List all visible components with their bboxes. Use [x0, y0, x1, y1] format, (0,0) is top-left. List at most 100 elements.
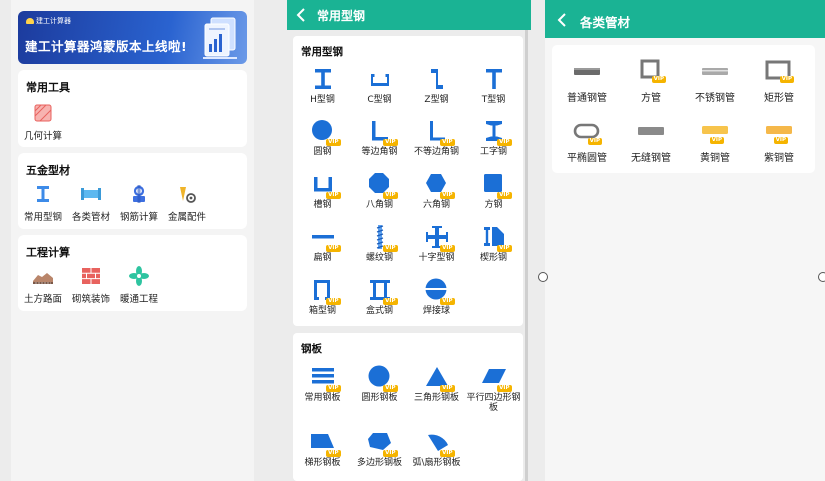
cross-section-icon: VIP	[424, 224, 455, 252]
vip-badge: VIP	[440, 385, 455, 392]
seamless-pipe-icon	[636, 119, 666, 145]
item-h-steel[interactable]: H型钢	[294, 66, 351, 105]
vip-badge: VIP	[779, 76, 794, 83]
item-flat-oval-tube[interactable]: VIP 平椭圆管	[555, 119, 619, 164]
vip-badge: VIP	[326, 245, 341, 252]
vip-badge: VIP	[497, 245, 512, 252]
item-t-steel[interactable]: T型钢	[465, 66, 522, 105]
vip-badge: VIP	[326, 139, 341, 146]
threaded-rebar-icon: VIP	[367, 224, 398, 252]
item-copper-pipe[interactable]: VIP 紫铜管	[747, 119, 811, 164]
banner-title: 建工计算器鸿蒙版本上线啦!	[25, 39, 188, 54]
item-box-steel[interactable]: VIP 箱型钢	[294, 277, 351, 316]
scrollbar[interactable]	[525, 30, 528, 481]
circular-plate-icon: VIP	[367, 364, 398, 392]
item-triangle-plate[interactable]: VIP 三角形钢板	[408, 364, 465, 403]
trapezoid-plate-icon: VIP	[310, 429, 341, 457]
item-stainless-pipe[interactable]: 不锈钢管	[683, 59, 747, 104]
vip-badge: VIP	[497, 139, 512, 146]
top-bar: 各类管材	[545, 0, 825, 38]
tool-metal-fittings[interactable]: 金属配件	[159, 183, 215, 223]
vip-badge: VIP	[440, 139, 455, 146]
z-section-icon	[430, 69, 443, 89]
rectangular-tube-icon: VIP	[764, 59, 794, 85]
item-i-beam[interactable]: VIP 工字钢	[465, 118, 522, 157]
parallelogram-plate-icon: VIP	[481, 364, 512, 392]
item-brass-pipe[interactable]: VIP 黄铜管	[683, 119, 747, 164]
top-bar: 常用型钢	[287, 0, 531, 30]
flat-bar-icon: VIP	[310, 224, 341, 252]
tool-geometry[interactable]: 几何计算	[15, 102, 71, 142]
item-z-steel[interactable]: Z型钢	[408, 66, 465, 105]
vip-badge: VIP	[773, 137, 788, 144]
resize-handle-left[interactable]	[538, 272, 548, 282]
back-arrow-icon[interactable]	[554, 10, 572, 30]
section-title: 五金型材	[26, 164, 70, 177]
vip-badge: VIP	[440, 192, 455, 199]
item-unequal-angle[interactable]: VIP 不等边角钢	[408, 118, 465, 157]
item-polygon-plate[interactable]: VIP 多边形钢板	[351, 429, 408, 468]
vip-badge: VIP	[383, 298, 398, 305]
section-title: 工程计算	[26, 246, 70, 259]
vip-badge: VIP	[709, 137, 724, 144]
item-hexagon-steel[interactable]: VIP 六角钢	[408, 171, 465, 210]
steel-screen: 常用型钢 常用型钢 H型钢 C型钢 Z型钢 T型钢 VIP 圆钢 VIP 等边角	[287, 0, 531, 481]
t-beam-icon	[485, 69, 502, 89]
back-arrow-icon[interactable]	[293, 5, 311, 25]
item-ordinary-steel-pipe[interactable]: 普通钢管	[555, 59, 619, 104]
tool-hvac[interactable]: 暖通工程	[111, 265, 167, 305]
h-beam-icon	[314, 69, 331, 89]
pipes-screen: 各类管材 普通钢管 VIP 方管 不锈钢管 VIP 矩形管 VIP 平椭圆管 无…	[545, 0, 825, 481]
earthwork-icon	[33, 273, 53, 284]
octagon-icon: VIP	[367, 171, 398, 199]
item-flat-steel[interactable]: VIP 扁钢	[294, 224, 351, 263]
item-parallelogram-plate[interactable]: VIP 平行四边形钢板	[465, 364, 522, 414]
square-tube-icon: VIP	[636, 59, 666, 85]
item-rebar[interactable]: VIP 螺纹钢	[351, 224, 408, 263]
welded-ball-icon: VIP	[424, 277, 455, 305]
unequal-angle-icon: VIP	[424, 118, 455, 146]
wedge-icon: VIP	[481, 224, 512, 252]
steel-pipe-icon	[572, 59, 602, 85]
page-title: 各类管材	[580, 15, 631, 30]
equal-angle-icon: VIP	[367, 118, 398, 146]
brick-icon	[82, 268, 100, 284]
vip-badge: VIP	[587, 138, 602, 145]
section-steel-plate: 钢板 VIP 常用钢板 VIP 圆形钢板 VIP 三角形钢板 VIP 平行四边形…	[293, 333, 523, 481]
item-square-steel[interactable]: VIP 方钢	[465, 171, 522, 210]
c-channel-icon	[370, 74, 389, 86]
item-seamless-pipe[interactable]: 无缝钢管	[619, 119, 683, 164]
item-square-tube[interactable]: VIP 方管	[619, 59, 683, 104]
item-equal-angle[interactable]: VIP 等边角钢	[351, 118, 408, 157]
metal-fitting-icon	[180, 187, 196, 203]
hvac-fan-icon	[129, 266, 149, 286]
box-section-icon: VIP	[310, 277, 341, 305]
item-trapezoid-plate[interactable]: VIP 梯形钢板	[294, 429, 351, 468]
home-screen: 建工计算器 建工计算器鸿蒙版本上线啦! 常用工具 几何计算 五金型材 常用型钢 …	[11, 0, 254, 481]
hexagon-icon: VIP	[424, 171, 455, 199]
vip-badge: VIP	[440, 245, 455, 252]
section-title: 常用型钢	[301, 46, 343, 58]
item-rectangular-tube[interactable]: VIP 矩形管	[747, 59, 811, 104]
vip-badge: VIP	[440, 298, 455, 305]
pipe-icon	[81, 188, 101, 200]
promo-banner[interactable]: 建工计算器 建工计算器鸿蒙版本上线啦!	[18, 11, 247, 64]
item-wedge-steel[interactable]: VIP 楔形钢	[465, 224, 522, 263]
item-box-girder[interactable]: VIP 盒式钢	[351, 277, 408, 316]
item-circular-plate[interactable]: VIP 圆形钢板	[351, 364, 408, 403]
vip-badge: VIP	[497, 192, 512, 199]
item-channel[interactable]: VIP 槽钢	[294, 171, 351, 210]
section-common-tools: 常用工具 几何计算	[18, 70, 247, 147]
polygon-plate-icon: VIP	[367, 429, 398, 457]
vip-badge: VIP	[383, 385, 398, 392]
item-common-plate[interactable]: VIP 常用钢板	[294, 364, 351, 403]
vip-badge: VIP	[440, 450, 455, 457]
item-welded-ball[interactable]: VIP 焊接球	[408, 277, 465, 316]
resize-handle-right[interactable]	[818, 272, 825, 282]
item-round-steel[interactable]: VIP 圆钢	[294, 118, 351, 157]
item-c-steel[interactable]: C型钢	[351, 66, 408, 105]
stainless-pipe-icon	[700, 59, 730, 85]
item-sector-plate[interactable]: VIP 弧\扇形钢板	[408, 429, 465, 468]
item-cross-steel[interactable]: VIP 十字型钢	[408, 224, 465, 263]
item-octagon-steel[interactable]: VIP 八角钢	[351, 171, 408, 210]
